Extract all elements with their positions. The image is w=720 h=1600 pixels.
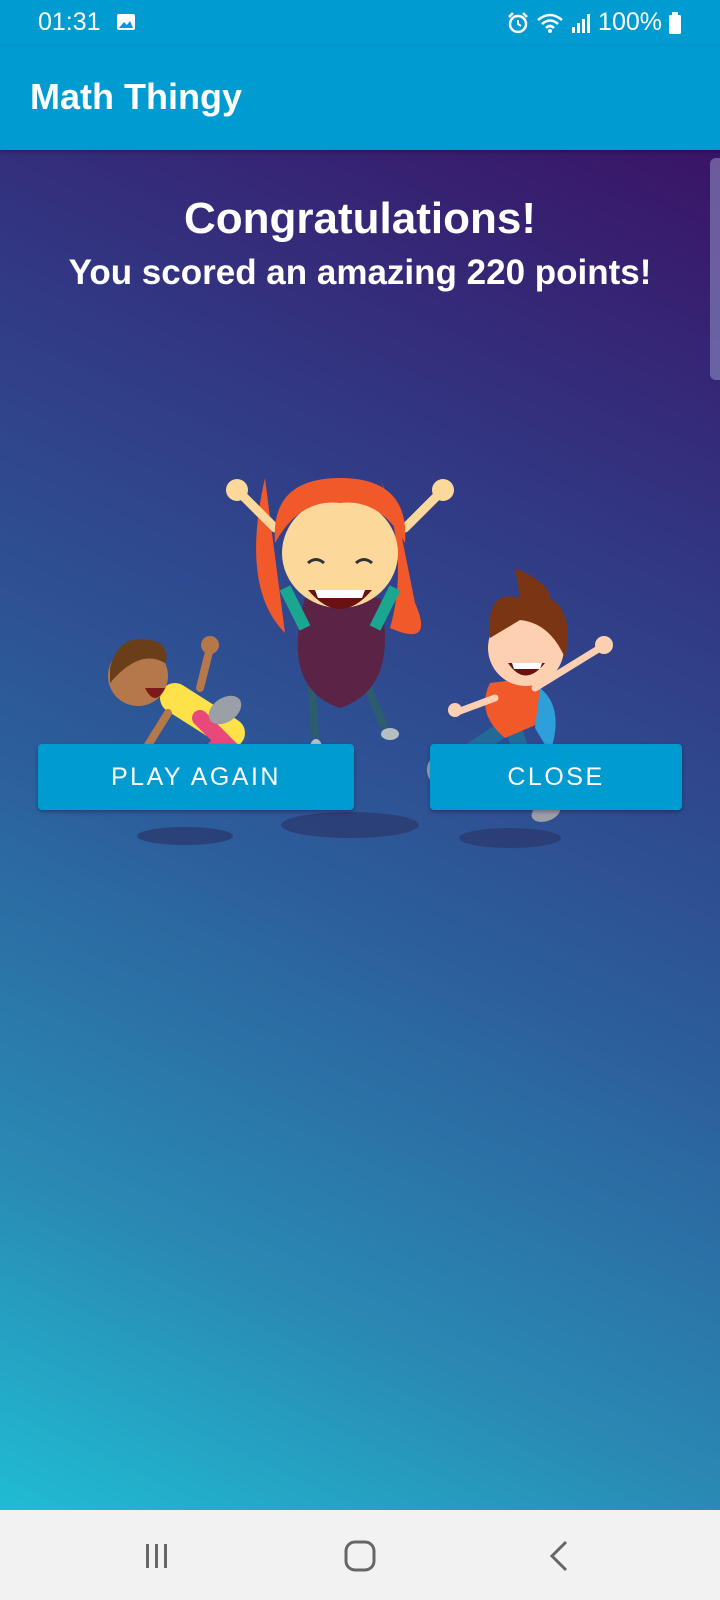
- shadow-left: [137, 827, 233, 845]
- close-button[interactable]: CLOSE: [430, 744, 682, 810]
- back-icon[interactable]: [540, 1538, 580, 1574]
- shadow-center: [281, 812, 419, 838]
- score-message: You scored an amazing 220 points!: [68, 253, 652, 292]
- shadow-right: [459, 828, 561, 848]
- navigation-bar: [0, 1510, 720, 1600]
- result-screen: Congratulations! You scored an amazing 2…: [0, 150, 720, 1510]
- image-icon: [117, 14, 135, 30]
- status-bar: 01:31 100%: [0, 0, 720, 46]
- wifi-icon: [537, 13, 563, 33]
- app-bar: Math Thingy: [0, 46, 720, 150]
- app-title: Math Thingy: [30, 76, 242, 117]
- home-icon[interactable]: [340, 1538, 380, 1574]
- play-again-button[interactable]: PLAY AGAIN: [38, 744, 354, 810]
- battery-percent: 100%: [598, 8, 662, 36]
- alarm-icon: [508, 11, 528, 33]
- battery-icon: [669, 11, 681, 34]
- status-icons: 100%: [506, 8, 682, 37]
- signal-icon: [572, 13, 591, 33]
- recent-apps-icon[interactable]: [137, 1538, 177, 1574]
- status-time: 01:31: [38, 8, 101, 36]
- girl-center-figure: [226, 478, 454, 757]
- congratulations-title: Congratulations!: [184, 194, 536, 243]
